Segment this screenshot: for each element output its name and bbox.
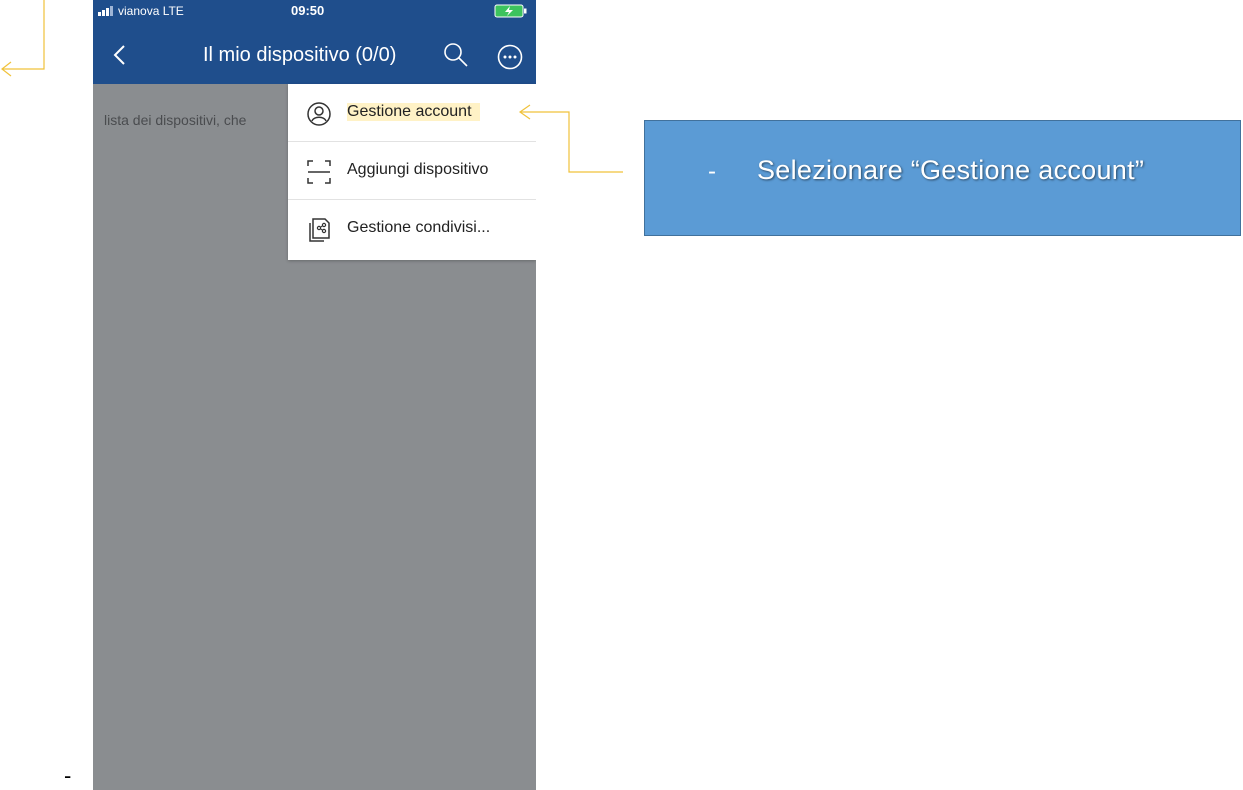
callout-text: Selezionare “Gestione account” <box>757 155 1145 185</box>
chevron-left-icon[interactable] <box>111 44 129 66</box>
callout-bullet: - <box>708 158 716 185</box>
share-device-icon <box>309 218 330 242</box>
menu-item-label: Gestione condivisi... <box>347 219 491 236</box>
carrier-label: vianova LTE <box>118 4 184 18</box>
menu-item-account-management[interactable]: Gestione account <box>288 84 536 142</box>
page-mark: - <box>64 763 72 788</box>
page-title: Il mio dispositivo (0/0) <box>203 44 397 66</box>
search-icon[interactable] <box>443 42 469 68</box>
more-circle-icon[interactable] <box>497 44 523 70</box>
signal-bars-icon <box>98 6 113 16</box>
phone-screen: vianova LTE 09:50 Il mio dispositivo (0/… <box>93 0 536 790</box>
scan-frame-icon <box>307 160 331 184</box>
status-bar: vianova LTE 09:50 <box>93 0 536 22</box>
battery-icon <box>494 4 527 18</box>
nav-bar: Il mio dispositivo (0/0) <box>93 22 536 84</box>
menu-item-label: Aggiungi dispositivo <box>347 161 489 178</box>
menu-item-add-device[interactable]: Aggiungi dispositivo <box>288 142 536 200</box>
menu-item-label: Gestione account <box>347 103 480 121</box>
device-list-hint: lista dei dispositivi, che <box>104 112 247 128</box>
clock-time: 09:50 <box>291 3 325 18</box>
instruction-callout: - Selezionare “Gestione account” <box>644 120 1241 236</box>
account-circle-icon <box>307 102 331 126</box>
connector-arrow-top-left <box>1 0 45 77</box>
menu-item-share-management[interactable]: Gestione condivisi... <box>288 200 536 258</box>
dropdown-menu: Gestione account Aggiungi dispositivo Ge… <box>288 84 536 260</box>
